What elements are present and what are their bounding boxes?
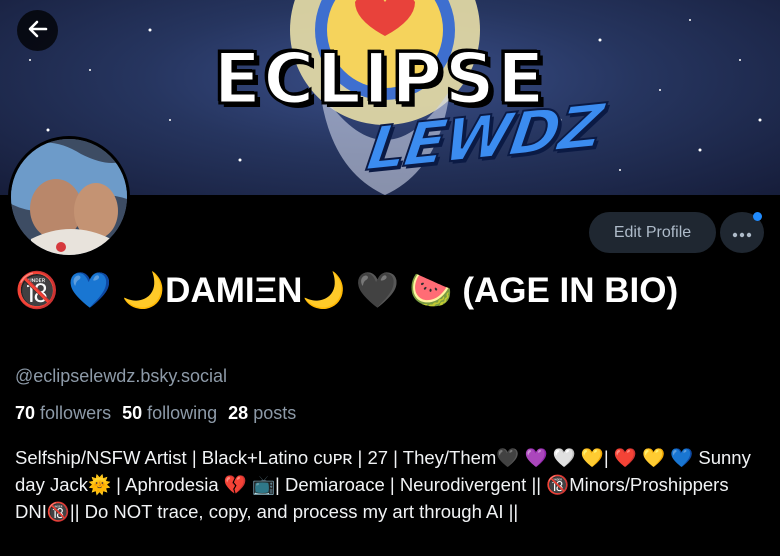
avatar[interactable] (8, 136, 130, 258)
profile-bio: Selfship/NSFW Artist | Black+Latino ᴄᴜᴘʀ… (15, 447, 751, 522)
profile-handle: @eclipselewdz.bsky.social (15, 366, 228, 386)
edit-profile-button[interactable]: Edit Profile (589, 212, 716, 253)
arrow-left-icon (26, 17, 50, 45)
following-stat[interactable]: 50 following (122, 403, 217, 424)
posts-stat: 28 posts (228, 403, 297, 423)
display-name: 🔞 💙 🌙DAMIΞN🌙 🖤 🍉 (AGE IN BIO) (15, 271, 679, 310)
ellipsis-icon (732, 223, 752, 242)
followers-stat[interactable]: 70 followers (15, 403, 111, 424)
profile-stats: 70 followers 50 following 28 posts (15, 403, 296, 424)
notification-dot (753, 212, 762, 221)
back-button[interactable] (17, 10, 58, 51)
avatar-image (11, 139, 127, 255)
